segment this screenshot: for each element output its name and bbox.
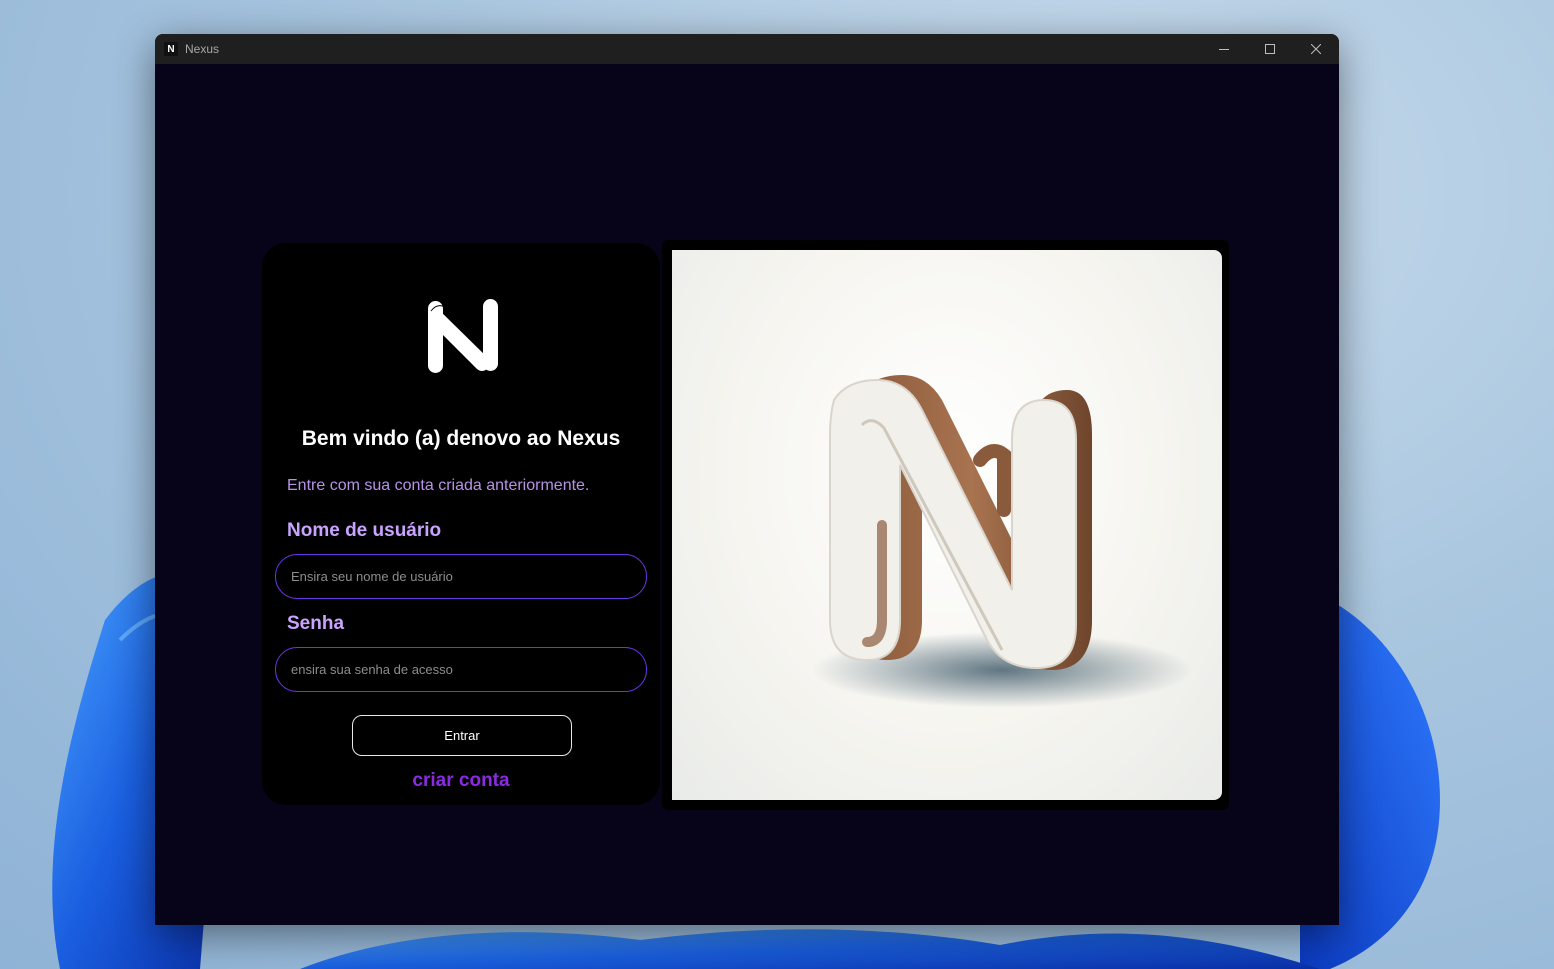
maximize-button[interactable]	[1247, 34, 1293, 64]
window-content: Bem vindo (a) denovo ao Nexus Entre com …	[155, 64, 1339, 925]
minimize-icon	[1219, 49, 1229, 50]
login-card: Bem vindo (a) denovo ao Nexus Entre com …	[262, 243, 660, 805]
close-button[interactable]	[1293, 34, 1339, 64]
welcome-heading: Bem vindo (a) denovo ao Nexus	[301, 427, 621, 450]
window-title: Nexus	[185, 42, 220, 56]
username-input[interactable]	[275, 554, 647, 599]
window-controls	[1201, 34, 1339, 64]
password-input[interactable]	[275, 647, 647, 692]
nexus-app-icon: N	[164, 42, 178, 56]
login-button[interactable]: Entrar	[352, 715, 572, 756]
nexus-3d-logo-image	[672, 250, 1222, 800]
nexus-logo-icon	[428, 299, 498, 373]
maximize-icon	[1265, 44, 1275, 54]
login-subtitle: Entre com sua conta criada anteriormente…	[287, 477, 590, 494]
app-window: N Nexus Bem vindo (a) denovo ao Nexus En…	[155, 34, 1339, 925]
title-bar[interactable]: N Nexus	[155, 34, 1339, 64]
close-icon	[1311, 44, 1321, 54]
hero-image-panel	[662, 240, 1229, 810]
minimize-button[interactable]	[1201, 34, 1247, 64]
username-label: Nome de usuário	[287, 520, 442, 541]
create-account-link[interactable]: criar conta	[262, 770, 660, 792]
password-label: Senha	[287, 613, 345, 634]
